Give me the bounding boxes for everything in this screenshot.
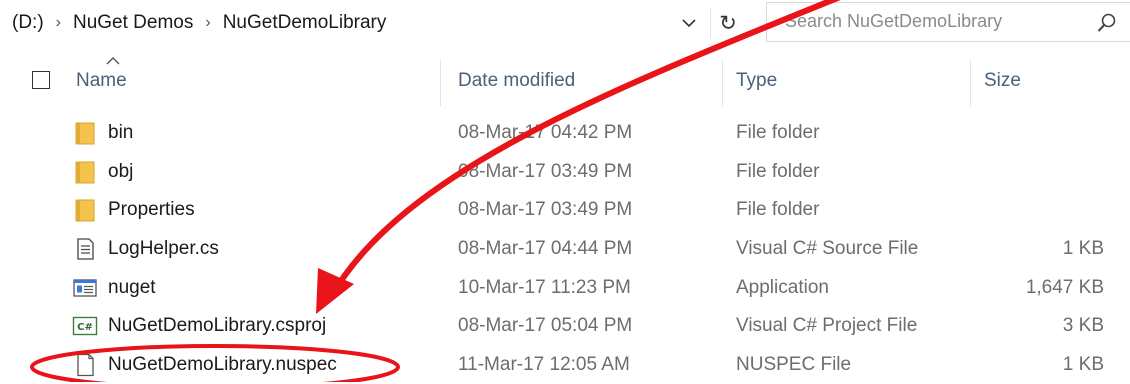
file-date-modified: 08-Mar-17 03:49 PM	[458, 160, 633, 182]
breadcrumb-separator[interactable]: ›	[48, 14, 69, 32]
column-divider[interactable]	[440, 60, 441, 106]
search-icon[interactable]	[1096, 12, 1118, 34]
chevron-down-icon	[682, 19, 696, 28]
search-box[interactable]: Search NuGetDemoLibrary	[766, 2, 1130, 42]
file-row[interactable]: bin 08-Mar-17 04:42 PM File folder	[0, 114, 1130, 153]
address-bar[interactable]: (D:) › NuGet Demos › NuGetDemoLibrary	[0, 0, 752, 46]
column-header-name[interactable]: Name	[76, 70, 127, 92]
column-header-type[interactable]: Type	[736, 70, 777, 92]
breadcrumb-nuget-demos[interactable]: NuGet Demos	[69, 12, 197, 34]
blank-document-icon	[77, 353, 94, 377]
file-name[interactable]: NuGetDemoLibrary.csproj	[108, 315, 326, 337]
file-row[interactable]: Properties 08-Mar-17 03:49 PM File folde…	[0, 191, 1130, 230]
breadcrumb-drive[interactable]: (D:)	[0, 12, 48, 34]
refresh-button[interactable]: ↻	[710, 8, 745, 38]
file-row[interactable]: C# NuGetDemoLibrary.csproj 08-Mar-17 05:…	[0, 307, 1130, 346]
file-row[interactable]: obj 08-Mar-17 03:49 PM File folder	[0, 153, 1130, 192]
file-type: File folder	[736, 199, 820, 221]
chevron-up-icon	[106, 57, 120, 65]
file-name[interactable]: bin	[108, 122, 133, 144]
file-row[interactable]: nuget 10-Mar-17 11:23 PM Application 1,6…	[0, 268, 1130, 307]
file-type: Visual C# Source File	[736, 238, 919, 260]
file-type: NUSPEC File	[736, 353, 852, 375]
search-input[interactable]: Search NuGetDemoLibrary	[785, 11, 1002, 32]
breadcrumb-nugetdemolibrary[interactable]: NuGetDemoLibrary	[219, 12, 391, 34]
file-type: Visual C# Project File	[736, 315, 918, 337]
csharp-project-icon: C#	[72, 317, 98, 336]
folder-icon	[75, 199, 95, 222]
file-name[interactable]: obj	[108, 161, 133, 183]
file-date-modified: 10-Mar-17 11:23 PM	[458, 276, 631, 298]
refresh-icon: ↻	[719, 11, 737, 35]
column-headers: Name Date modified Type Size	[0, 48, 1130, 114]
file-date-modified: 08-Mar-17 05:04 PM	[458, 315, 633, 337]
file-name[interactable]: nuget	[108, 277, 156, 299]
file-name[interactable]: Properties	[108, 199, 195, 221]
folder-icon	[75, 122, 95, 145]
folder-icon	[75, 161, 95, 184]
column-header-size[interactable]: Size	[984, 70, 1021, 92]
file-type: File folder	[736, 160, 820, 182]
column-divider[interactable]	[722, 60, 723, 106]
breadcrumb-separator[interactable]: ›	[197, 14, 218, 32]
file-size: 1 KB	[1062, 238, 1104, 260]
file-row[interactable]: LogHelper.cs 08-Mar-17 04:44 PM Visual C…	[0, 230, 1130, 269]
file-date-modified: 08-Mar-17 04:44 PM	[458, 238, 633, 260]
csharp-badge-text: C#	[77, 322, 93, 333]
file-size: 1,647 KB	[1025, 276, 1104, 298]
file-type: File folder	[736, 122, 820, 144]
column-header-date-modified[interactable]: Date modified	[458, 70, 575, 92]
text-document-icon	[77, 238, 94, 260]
file-size: 3 KB	[1062, 315, 1104, 337]
file-type: Application	[736, 276, 829, 298]
select-all-checkbox[interactable]	[32, 71, 50, 89]
file-size: 1 KB	[1062, 353, 1104, 375]
file-list: bin 08-Mar-17 04:42 PM File folder obj 0…	[0, 114, 1130, 384]
file-date-modified: 08-Mar-17 04:42 PM	[458, 122, 633, 144]
address-dropdown-button[interactable]	[676, 8, 702, 38]
column-divider[interactable]	[970, 60, 971, 106]
application-icon	[73, 279, 97, 297]
file-name[interactable]: NuGetDemoLibrary.nuspec	[108, 354, 337, 376]
file-row[interactable]: NuGetDemoLibrary.nuspec 11-Mar-17 12:05 …	[0, 346, 1130, 384]
file-name[interactable]: LogHelper.cs	[108, 238, 219, 260]
file-date-modified: 08-Mar-17 03:49 PM	[458, 199, 633, 221]
file-date-modified: 11-Mar-17 12:05 AM	[458, 353, 630, 375]
